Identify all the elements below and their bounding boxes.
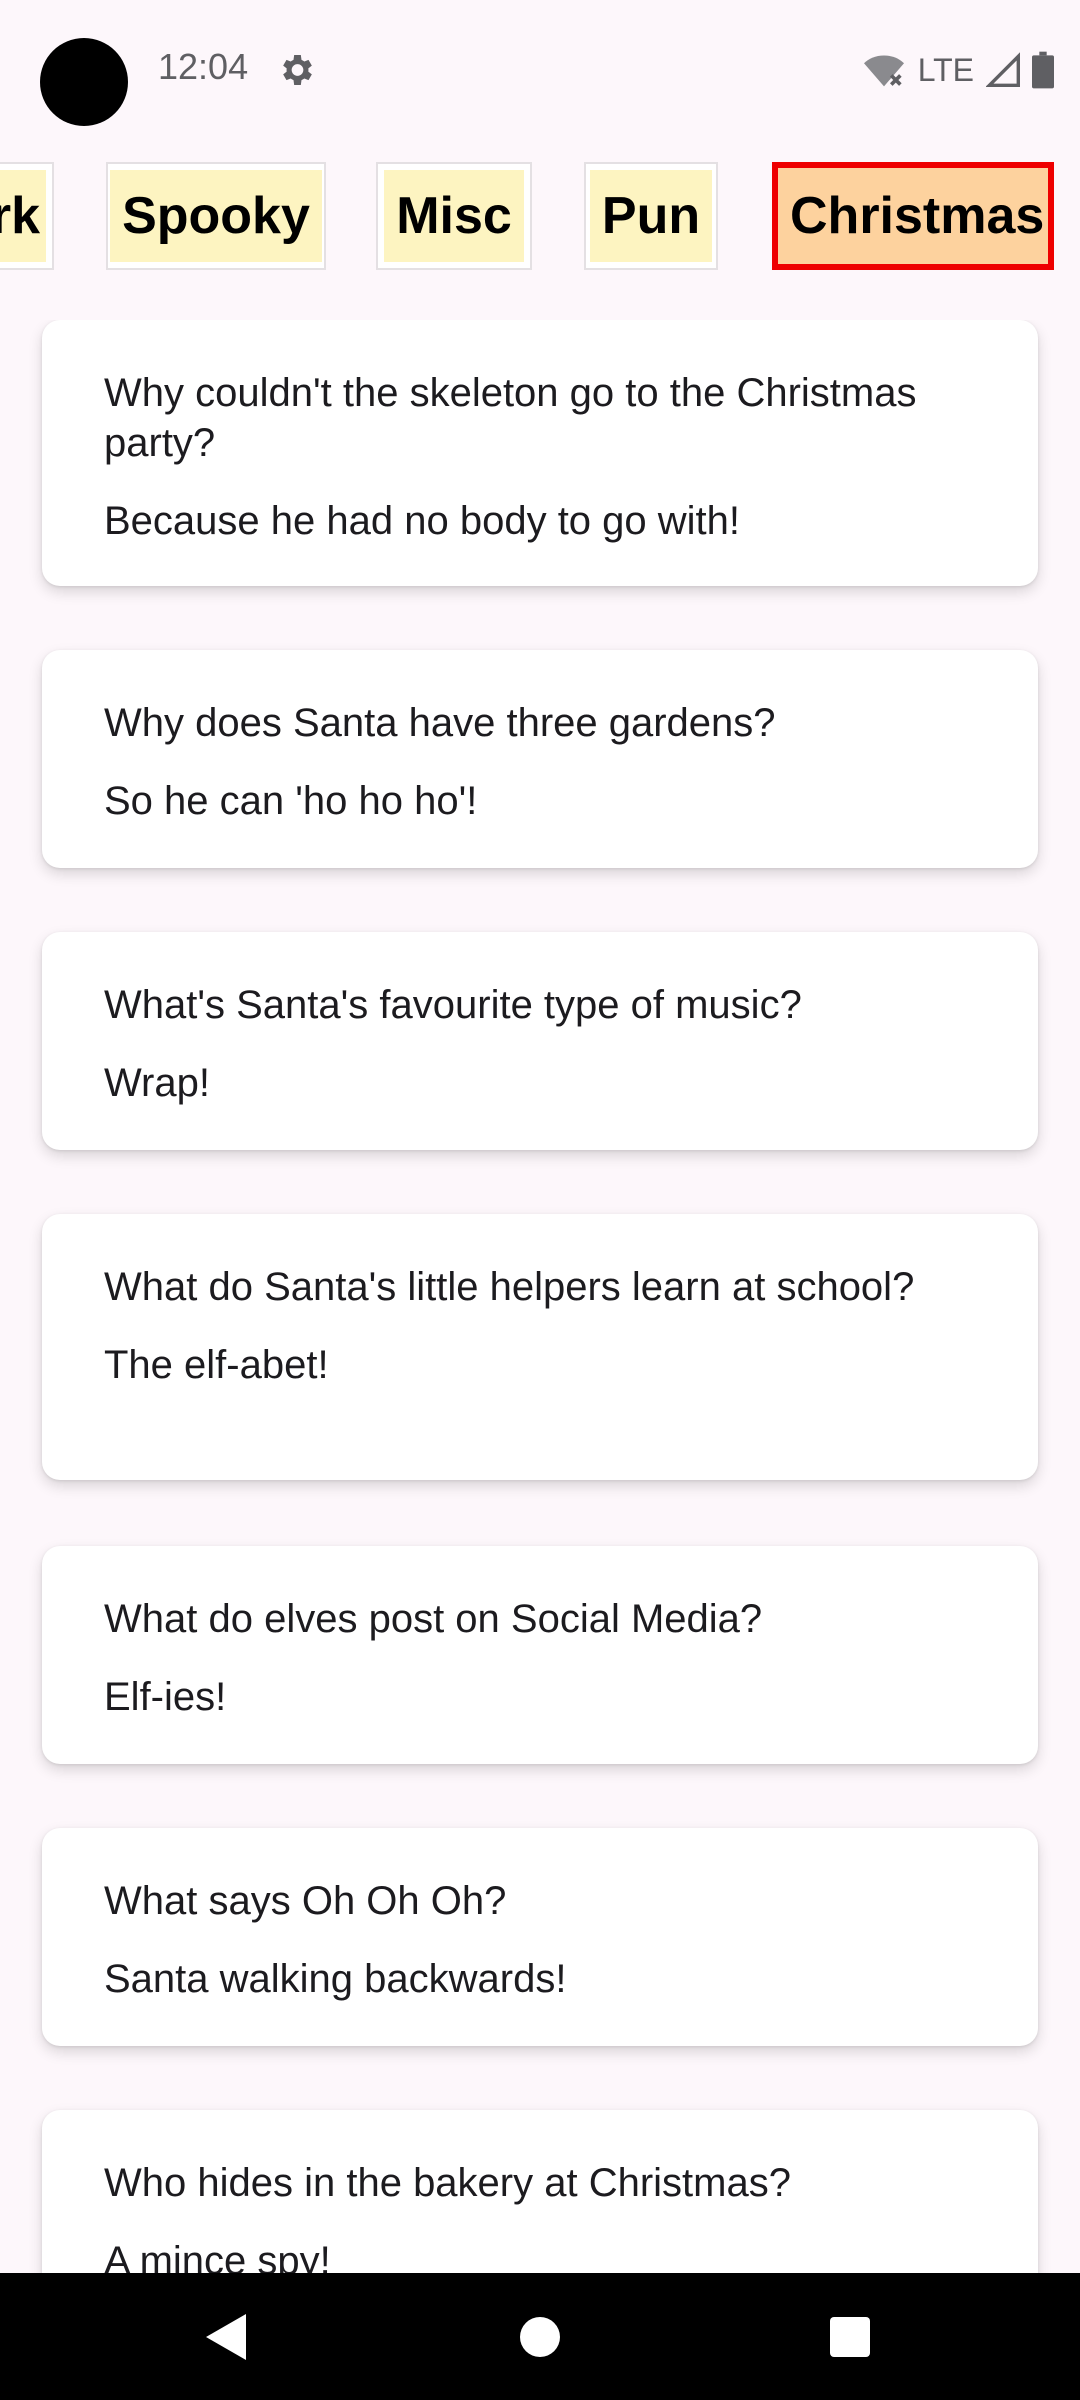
- recents-button[interactable]: [790, 2273, 910, 2400]
- camera-cutout: [40, 38, 128, 126]
- category-chip-pun[interactable]: Pun: [584, 162, 718, 270]
- joke-card[interactable]: What do elves post on Social Media? Elf-…: [42, 1546, 1038, 1764]
- joke-question: Why couldn't the skeleton go to the Chri…: [104, 371, 917, 465]
- category-chip-label: Spooky: [110, 170, 322, 262]
- joke-question: What do elves post on Social Media?: [104, 1597, 763, 1641]
- joke-answer: A mince spy!: [104, 2239, 331, 2273]
- joke-question: What's Santa's favourite type of music?: [104, 983, 802, 1027]
- joke-question: What do Santa's little helpers learn at …: [104, 1265, 915, 1309]
- wifi-off-icon: [863, 55, 904, 87]
- back-icon: [206, 2313, 246, 2360]
- joke-answer: Because he had no body to go with!: [104, 499, 741, 543]
- joke-question: Who hides in the bakery at Christmas?: [104, 2161, 791, 2205]
- navigation-bar: [0, 2273, 1080, 2400]
- joke-list[interactable]: Why couldn't the skeleton go to the Chri…: [0, 320, 1080, 2273]
- joke-answer: Santa walking backwards!: [104, 1957, 567, 2001]
- joke-card[interactable]: What do Santa's little helpers learn at …: [42, 1214, 1038, 1480]
- joke-question: Why does Santa have three gardens?: [104, 701, 776, 745]
- joke-answer: Elf-ies!: [104, 1675, 227, 1719]
- status-bar: 12:04 LTE: [0, 0, 1080, 130]
- category-chip-label: Christmas: [778, 170, 1048, 262]
- back-button[interactable]: [166, 2273, 286, 2400]
- home-icon: [520, 2316, 560, 2357]
- joke-question: What says Oh Oh Oh?: [104, 1879, 507, 1923]
- settings-icon: [283, 55, 312, 85]
- home-button[interactable]: [480, 2273, 600, 2400]
- joke-answer: The elf-abet!: [104, 1343, 329, 1387]
- category-chip-row: rk Spooky Misc Pun Christmas: [0, 158, 1080, 276]
- battery-icon: [1032, 51, 1054, 89]
- category-chip-misc[interactable]: Misc: [376, 162, 532, 270]
- status-time: 12:04: [158, 46, 249, 87]
- category-chip-christmas[interactable]: Christmas: [772, 162, 1054, 270]
- joke-answer: So he can 'ho ho ho'!: [104, 779, 478, 823]
- joke-card[interactable]: What says Oh Oh Oh? Santa walking backwa…: [42, 1828, 1038, 2046]
- category-chip-label: rk: [0, 170, 46, 262]
- joke-card[interactable]: Why couldn't the skeleton go to the Chri…: [42, 320, 1038, 586]
- category-chip-spooky[interactable]: Spooky: [106, 162, 326, 270]
- category-chip-label: Misc: [384, 170, 524, 262]
- joke-card[interactable]: Why does Santa have three gardens? So he…: [42, 650, 1038, 868]
- joke-card[interactable]: Who hides in the bakery at Christmas? A …: [42, 2110, 1038, 2273]
- network-type: LTE: [917, 51, 974, 88]
- signal-icon: [986, 52, 1020, 87]
- recents-icon: [830, 2316, 870, 2357]
- joke-card[interactable]: What's Santa's favourite type of music? …: [42, 932, 1038, 1150]
- category-chip-label: Pun: [589, 170, 713, 262]
- status-icons: LTE: [862, 48, 1054, 92]
- joke-answer: Wrap!: [104, 1061, 210, 1105]
- category-chip-dark[interactable]: rk: [0, 162, 54, 270]
